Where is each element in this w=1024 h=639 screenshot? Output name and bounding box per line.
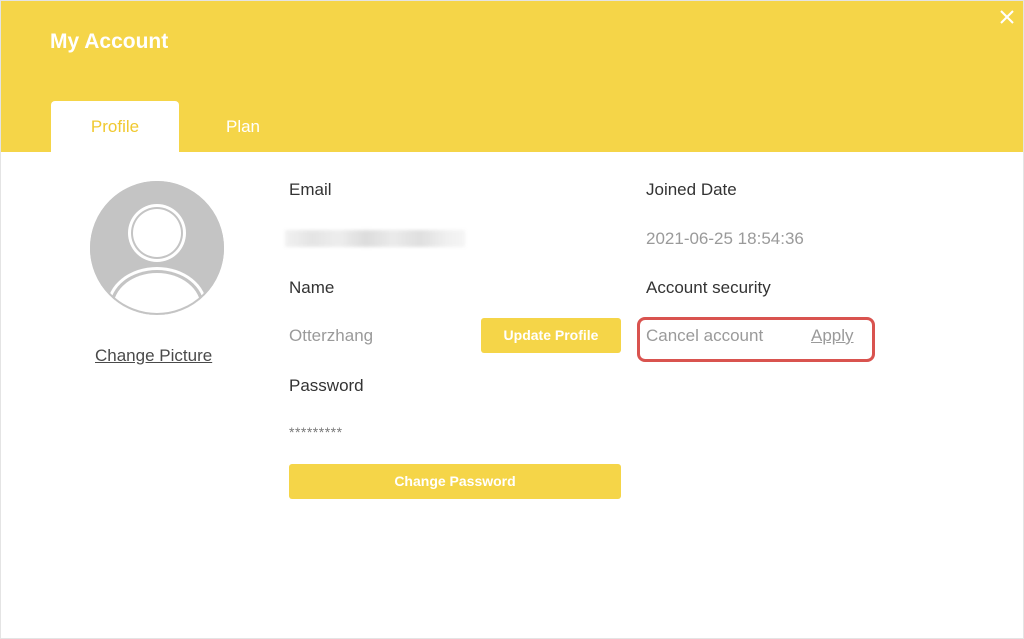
account-security-label: Account security	[646, 278, 771, 297]
joined-date-value: 2021-06-25 18:54:36	[646, 229, 804, 248]
my-account-window: My Account Profile Plan Change Picture E…	[0, 0, 1024, 639]
window-title: My Account	[50, 30, 169, 53]
password-value: *********	[289, 424, 343, 440]
tab-plan[interactable]: Plan	[179, 101, 307, 152]
change-picture-link[interactable]: Change Picture	[95, 346, 212, 366]
email-value-obscured	[285, 230, 465, 247]
header: My Account Profile Plan	[1, 1, 1023, 152]
name-label: Name	[289, 278, 335, 297]
name-value: Otterzhang	[289, 326, 374, 345]
user-avatar-icon	[90, 181, 224, 315]
update-profile-button[interactable]: Update Profile	[481, 318, 621, 353]
email-label: Email	[289, 180, 332, 199]
tab-profile[interactable]: Profile	[51, 101, 179, 152]
close-icon[interactable]	[997, 7, 1017, 27]
highlight-box	[637, 317, 875, 362]
joined-date-label: Joined Date	[646, 180, 737, 199]
password-label: Password	[289, 376, 364, 395]
change-password-button[interactable]: Change Password	[289, 464, 621, 499]
